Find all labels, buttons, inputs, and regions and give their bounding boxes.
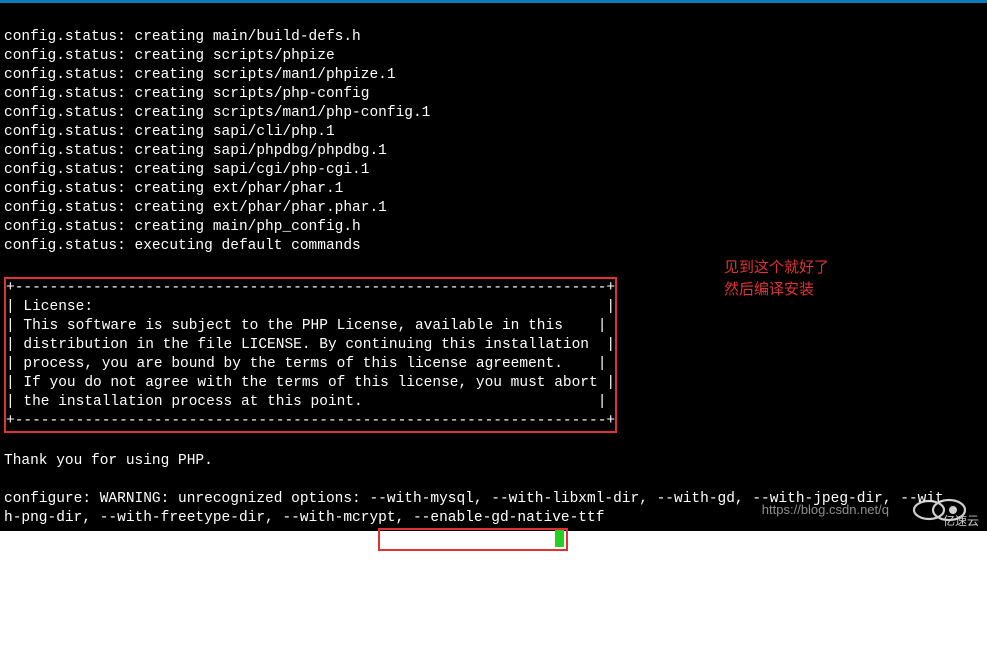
output-line: config.status: creating sapi/cli/php.1: [4, 124, 335, 140]
shell-prompt: [root@iZ2ze97z2kmbapaunt92ugZ php-7.4.10…: [4, 531, 378, 547]
thank-you-line: Thank you for using PHP.: [4, 453, 213, 469]
terminal-cursor: [555, 530, 564, 547]
license-line: +---------------------------------------…: [6, 413, 615, 429]
output-line: config.status: creating scripts/php-conf…: [4, 86, 369, 102]
output-line: config.status: creating ext/phar/phar.ph…: [4, 200, 387, 216]
license-line: | If you do not agree with the terms of …: [6, 375, 615, 391]
license-notice-box: +---------------------------------------…: [4, 277, 617, 433]
configure-warning-line: h-png-dir, --with-freetype-dir, --with-m…: [4, 510, 604, 526]
output-line: config.status: executing default command…: [4, 238, 361, 254]
config-status-output: config.status: creating main/build-defs.…: [4, 28, 983, 256]
output-line: config.status: creating main/build-defs.…: [4, 29, 361, 45]
output-line: config.status: creating sapi/cgi/php-cgi…: [4, 162, 369, 178]
license-line: | This software is subject to the PHP Li…: [6, 318, 606, 334]
watermark-url: https://blog.csdn.net/q: [762, 500, 889, 519]
terminal-window[interactable]: config.status: creating main/build-defs.…: [0, 3, 987, 531]
annotation-line: 见到这个就好了: [724, 257, 829, 279]
annotation-line: 然后编译安装: [724, 279, 829, 301]
license-line: | process, you are bound by the terms of…: [6, 356, 606, 372]
output-line: config.status: creating scripts/phpize: [4, 48, 335, 64]
license-line: | distribution in the file LICENSE. By c…: [6, 337, 615, 353]
output-line: config.status: creating main/php_config.…: [4, 219, 361, 235]
license-line: | License: |: [6, 299, 615, 315]
output-line: config.status: creating sapi/phpdbg/phpd…: [4, 143, 387, 159]
license-line: | the installation process at this point…: [6, 394, 606, 410]
license-line: +---------------------------------------…: [6, 280, 615, 296]
watermark-brand: 亿速云: [943, 512, 979, 531]
command-highlight-box: make && make install: [378, 528, 568, 551]
typed-command[interactable]: make && make install: [382, 531, 556, 547]
output-line: config.status: creating scripts/man1/php…: [4, 105, 430, 121]
output-line: config.status: creating scripts/man1/php…: [4, 67, 396, 83]
output-line: config.status: creating ext/phar/phar.1: [4, 181, 343, 197]
annotation-callout: 见到这个就好了 然后编译安装: [724, 257, 829, 301]
